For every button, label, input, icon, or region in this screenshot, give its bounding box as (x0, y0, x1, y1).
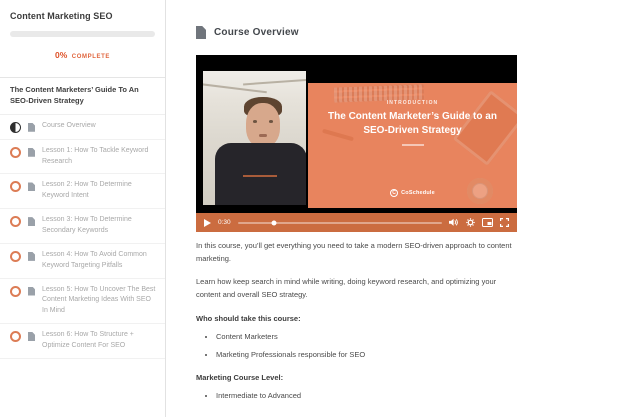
document-icon (28, 332, 35, 341)
lesson-label: Lesson 1: How To Tackle Keyword Research (42, 146, 157, 168)
status-not-started-icon (10, 147, 21, 158)
section-heading: Who should take this course: (196, 314, 517, 323)
bullet-list: Intermediate to Advanced (196, 391, 517, 402)
bullet-item: Intermediate to Advanced (216, 391, 517, 402)
time-display: 0:30 (218, 219, 231, 226)
lesson-item[interactable]: Lesson 1: How To Tackle Keyword Research (0, 140, 165, 175)
page-title: Course Overview (214, 27, 299, 38)
slide-divider (402, 144, 424, 146)
lesson-label: Lesson 5: How To Uncover The Best Conten… (42, 285, 157, 318)
lesson-item[interactable]: Lesson 4: How To Avoid Common Keyword Ta… (0, 244, 165, 279)
course-sections: Who should take this course: Content Mar… (196, 314, 517, 402)
lesson-label: Lesson 3: How To Determine Secondary Key… (42, 215, 157, 237)
course-title: Content Marketing SEO (10, 11, 155, 21)
document-icon (28, 217, 35, 226)
course-description: In this course, you’ll get everything yo… (196, 239, 517, 401)
document-icon (28, 252, 35, 261)
decorative-ceiling-line (203, 83, 267, 93)
slide-kicker: INTRODUCTION (308, 100, 517, 106)
bullet-item: Content Marketers (216, 332, 517, 343)
brand-name: CoSchedule (401, 190, 435, 196)
seek-handle[interactable] (272, 220, 277, 225)
decorative-ceiling-line (243, 79, 306, 85)
brand-logo: C CoSchedule (308, 189, 517, 197)
picture-in-picture-icon[interactable] (482, 218, 493, 227)
status-not-started-icon (10, 251, 21, 262)
presenter-eye (253, 120, 257, 123)
lesson-label: Course Overview (42, 121, 96, 132)
progress-caption: COMPLETE (72, 54, 110, 60)
lesson-item[interactable]: Lesson 2: How To Determine Keyword Inten… (0, 174, 165, 209)
fullscreen-icon[interactable] (500, 218, 509, 227)
document-icon (28, 182, 35, 191)
settings-gear-icon[interactable] (466, 218, 475, 227)
intro-paragraph: In this course, you’ll get everything yo… (196, 239, 517, 265)
seek-bar[interactable] (238, 222, 442, 224)
coschedule-logo-icon: C (390, 189, 398, 197)
presenter-shirt (215, 143, 306, 205)
course-progress-bar (10, 31, 155, 37)
status-not-started-icon (10, 331, 21, 342)
lesson-item[interactable]: Lesson 3: How To Determine Secondary Key… (0, 209, 165, 244)
slide-title: The Content Marketer’s Guide to an SEO-D… (316, 110, 509, 137)
status-not-started-icon (10, 181, 21, 192)
course-section-title: The Content Marketers’ Guide To An SEO-D… (0, 77, 165, 115)
presenter-face (246, 103, 280, 147)
lesson-label: Lesson 6: How To Structure + Optimize Co… (42, 330, 157, 352)
intro-paragraph: Learn how keep search in mind while writ… (196, 275, 517, 301)
lesson-item[interactable]: Course Overview (0, 115, 165, 140)
lesson-item[interactable]: Lesson 5: How To Uncover The Best Conten… (0, 279, 165, 325)
main-content: Course Overview (167, 0, 640, 417)
sidebar-header: Content Marketing SEO 0% COMPLETE (0, 0, 165, 77)
document-icon (28, 287, 35, 296)
status-not-started-icon (10, 216, 21, 227)
lesson-label: Lesson 4: How To Avoid Common Keyword Ta… (42, 250, 157, 272)
bullet-item: Marketing Professionals responsible for … (216, 350, 517, 361)
course-section: Marketing Course Level: Intermediate to … (196, 373, 517, 402)
page-heading: Course Overview (196, 26, 640, 39)
intro-slide: INTRODUCTION The Content Marketer’s Guid… (308, 83, 517, 208)
section-heading: Marketing Course Level: (196, 373, 517, 382)
status-not-started-icon (10, 286, 21, 297)
shirt-text-decoration (243, 175, 277, 177)
play-icon[interactable] (204, 219, 211, 227)
lesson-label: Lesson 2: How To Determine Keyword Inten… (42, 180, 157, 202)
lesson-list: Course Overview Lesson 1: How To Tackle … (0, 115, 165, 359)
document-icon (196, 26, 206, 39)
lesson-item[interactable]: Lesson 6: How To Structure + Optimize Co… (0, 324, 165, 359)
progress-text: 0% COMPLETE (10, 45, 155, 63)
progress-percent: 0% (55, 50, 67, 60)
video-stage[interactable]: INTRODUCTION The Content Marketer’s Guid… (196, 55, 517, 213)
document-icon (28, 148, 35, 157)
presenter-mouth (259, 134, 267, 137)
bullet-list: Content Marketers Marketing Professionals… (196, 332, 517, 361)
course-section: Who should take this course: Content Mar… (196, 314, 517, 361)
video-player: INTRODUCTION The Content Marketer’s Guid… (196, 55, 517, 232)
presenter-webcam (203, 71, 306, 205)
volume-icon[interactable] (449, 218, 459, 227)
status-in-progress-icon (10, 122, 21, 133)
video-controls: 0:30 (196, 213, 517, 232)
course-sidebar: Content Marketing SEO 0% COMPLETE The Co… (0, 0, 166, 417)
document-icon (28, 123, 35, 132)
presenter-eye (269, 120, 273, 123)
